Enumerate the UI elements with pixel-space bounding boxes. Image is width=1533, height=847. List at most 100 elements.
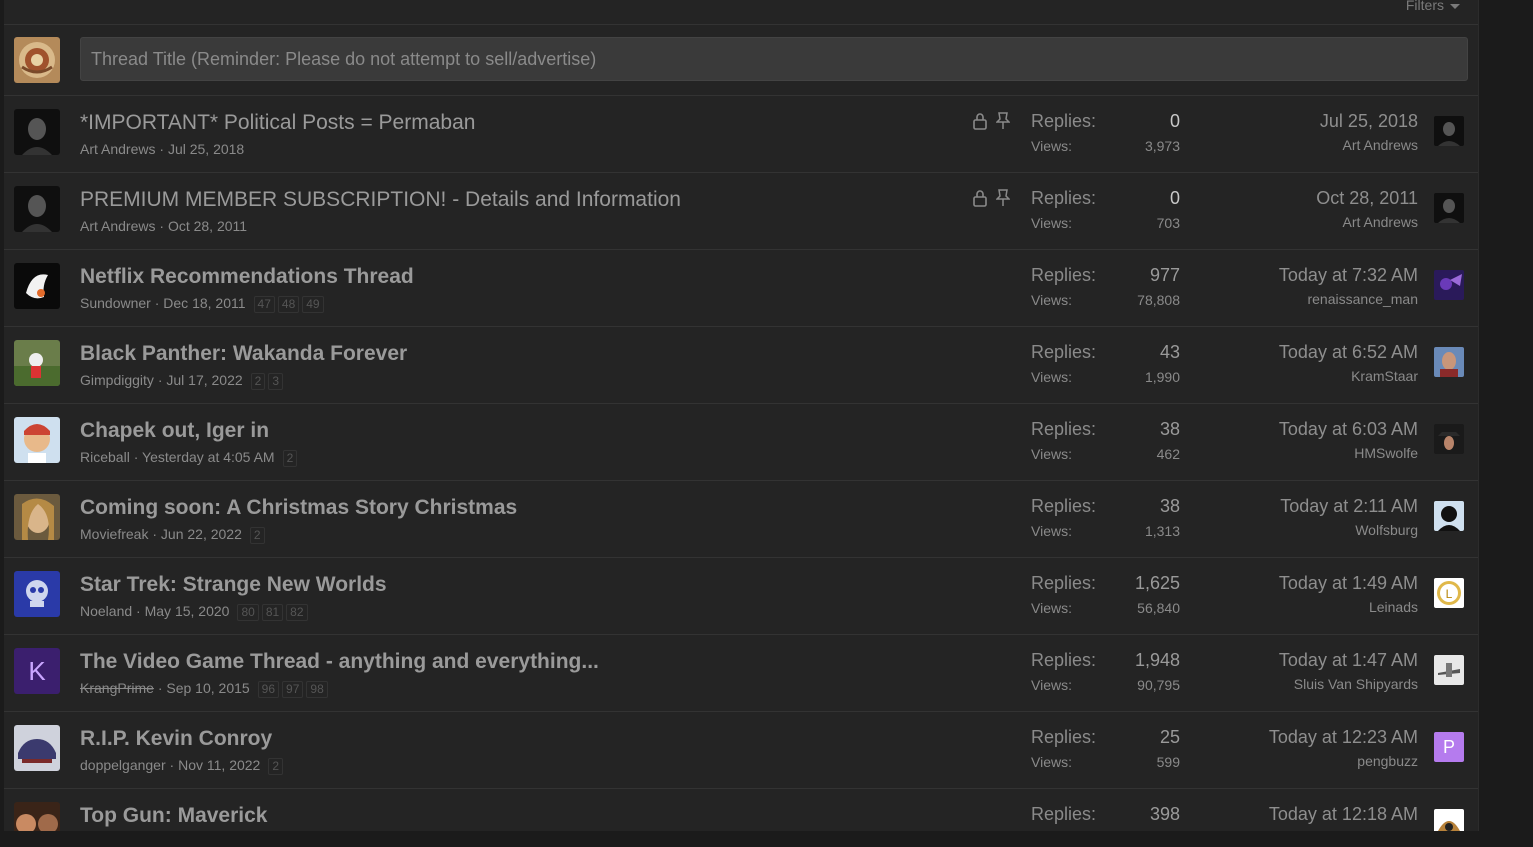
filters-dropdown[interactable]: Filters xyxy=(1406,0,1460,13)
thread-author-avatar[interactable] xyxy=(14,186,60,232)
last-post-date[interactable]: Today at 1:47 AM xyxy=(1279,650,1418,671)
last-post-date[interactable]: Today at 6:03 AM xyxy=(1279,419,1418,440)
page-jump-link[interactable]: 47 xyxy=(253,296,275,313)
last-poster-avatar[interactable] xyxy=(1434,424,1464,454)
views-label: Views: xyxy=(1031,677,1072,693)
thread-author-avatar[interactable] xyxy=(14,494,60,540)
page-jump-link[interactable]: 2 xyxy=(249,527,265,544)
last-poster[interactable]: Leinads xyxy=(1369,599,1418,615)
last-poster-avatar[interactable] xyxy=(1434,347,1464,377)
lock-icon xyxy=(972,112,988,130)
thread-start-date[interactable]: Jul 25, 2018 xyxy=(168,141,244,157)
thread-author-avatar[interactable] xyxy=(14,802,60,831)
page-jump-link[interactable]: 2 xyxy=(250,373,266,390)
page-jump-link[interactable]: 2 xyxy=(268,758,284,775)
thread-title-link[interactable]: Coming soon: A Christmas Story Christmas xyxy=(80,496,517,520)
thread-start-date[interactable]: Nov 11, 2022 xyxy=(178,757,260,773)
thread-start-date[interactable]: Sep 10, 2015 xyxy=(166,680,249,696)
last-poster-avatar[interactable] xyxy=(1434,655,1464,685)
thread-row[interactable]: PREMIUM MEMBER SUBSCRIPTION! - Details a… xyxy=(4,173,1478,250)
last-poster-avatar[interactable] xyxy=(1434,501,1464,531)
page-jump-link[interactable]: 97 xyxy=(282,681,304,698)
thread-author-avatar[interactable] xyxy=(14,340,60,386)
last-poster-avatar[interactable] xyxy=(1434,193,1464,223)
thread-author-avatar[interactable] xyxy=(14,725,60,771)
page-jump-link[interactable]: 80 xyxy=(237,604,259,621)
thread-row[interactable]: Coming soon: A Christmas Story Christmas… xyxy=(4,481,1478,558)
thread-author[interactable]: Art Andrews xyxy=(80,218,155,234)
thread-author-avatar[interactable] xyxy=(14,571,60,617)
thread-author[interactable]: Art Andrews xyxy=(80,141,155,157)
thread-title-link[interactable]: Chapek out, Iger in xyxy=(80,419,269,443)
thread-row[interactable]: Top Gun: Maverick Replies: 398 Today at 12:… xyxy=(4,789,1478,831)
page-jump-link[interactable]: 48 xyxy=(277,296,300,313)
page-jump-link[interactable]: 81 xyxy=(261,604,284,621)
current-user-avatar[interactable] xyxy=(14,37,60,83)
last-poster-avatar[interactable] xyxy=(1434,809,1464,831)
last-post-date[interactable]: Jul 25, 2018 xyxy=(1320,111,1418,132)
thread-row[interactable]: *IMPORTANT* Political Posts = Permaban Ar… xyxy=(4,96,1478,173)
thread-author[interactable]: doppelganger xyxy=(80,757,166,773)
thread-title-link[interactable]: *IMPORTANT* Political Posts = Permaban xyxy=(80,111,475,135)
last-poster[interactable]: pengbuzz xyxy=(1357,753,1418,769)
thread-title-link[interactable]: PREMIUM MEMBER SUBSCRIPTION! - Details a… xyxy=(80,188,681,212)
replies-label: Replies: xyxy=(1031,496,1097,516)
last-poster[interactable]: KramStaar xyxy=(1351,368,1418,384)
thread-row[interactable]: K The Video Game Thread - anything and ev… xyxy=(4,635,1478,712)
page-jump-link[interactable]: 82 xyxy=(286,604,308,621)
thread-author[interactable]: Gimpdiggity xyxy=(80,372,154,388)
last-post-date[interactable]: Oct 28, 2011 xyxy=(1316,188,1418,209)
last-poster-avatar[interactable] xyxy=(1434,116,1464,146)
thread-start-date[interactable]: Jun 22, 2022 xyxy=(161,526,242,542)
thread-title-link[interactable]: R.I.P. Kevin Conroy xyxy=(80,727,272,751)
thread-author-avatar[interactable]: K xyxy=(14,648,60,694)
last-poster[interactable]: HMSwolfe xyxy=(1354,445,1418,461)
page-jump-link[interactable]: 2 xyxy=(282,450,298,467)
replies-label: Replies: xyxy=(1031,573,1097,593)
thread-author[interactable]: KrangPrime xyxy=(80,680,154,696)
thread-author-avatar[interactable] xyxy=(14,417,60,463)
thread-title-link[interactable]: Black Panther: Wakanda Forever xyxy=(80,342,407,366)
last-post-date[interactable]: Today at 12:18 AM xyxy=(1269,804,1418,825)
thread-row[interactable]: Netflix Recommendations Thread Sundowner … xyxy=(4,250,1478,327)
last-poster[interactable]: Sluis Van Shipyards xyxy=(1294,676,1418,692)
last-poster-avatar[interactable]: P xyxy=(1434,732,1464,762)
page-jump-link[interactable]: 98 xyxy=(306,681,328,698)
thread-row[interactable]: R.I.P. Kevin Conroy doppelganger · Nov 11… xyxy=(4,712,1478,789)
thread-title-link[interactable]: Netflix Recommendations Thread xyxy=(80,265,414,289)
thread-row[interactable]: Star Trek: Strange New Worlds Noeland · M… xyxy=(4,558,1478,635)
last-post-date[interactable]: Today at 12:23 AM xyxy=(1269,727,1418,748)
last-poster[interactable]: Art Andrews xyxy=(1343,137,1418,153)
page-jump-link[interactable]: 96 xyxy=(257,681,280,698)
thread-start-date[interactable]: Yesterday at 4:05 AM xyxy=(142,449,275,465)
thread-title-link[interactable]: Top Gun: Maverick xyxy=(80,804,267,828)
last-post-date[interactable]: Today at 6:52 AM xyxy=(1279,342,1418,363)
page-jump-link[interactable]: 3 xyxy=(268,373,284,390)
last-poster[interactable]: renaissance_man xyxy=(1307,291,1418,307)
last-poster[interactable]: Wolfsburg xyxy=(1355,522,1418,538)
thread-row[interactable]: Black Panther: Wakanda Forever Gimpdiggit… xyxy=(4,327,1478,404)
page-jump-list: 80 81 82 xyxy=(229,603,308,621)
thread-author-avatar[interactable] xyxy=(14,109,60,155)
thread-start-date[interactable]: Oct 28, 2011 xyxy=(168,218,247,234)
thread-start-date[interactable]: May 15, 2020 xyxy=(145,603,230,619)
thread-title-link[interactable]: The Video Game Thread - anything and eve… xyxy=(80,650,599,674)
last-post-date[interactable]: Today at 2:11 AM xyxy=(1280,496,1418,517)
thread-start-date[interactable]: Dec 18, 2011 xyxy=(163,295,245,311)
last-poster[interactable]: Art Andrews xyxy=(1343,214,1418,230)
thread-start-date[interactable]: Jul 17, 2022 xyxy=(166,372,242,388)
thread-author-avatar[interactable] xyxy=(14,263,60,309)
page-jump-link[interactable]: 49 xyxy=(302,296,324,313)
last-poster-avatar[interactable] xyxy=(1434,270,1464,300)
thread-author[interactable]: Sundowner xyxy=(80,295,151,311)
thread-author[interactable]: Riceball xyxy=(80,449,130,465)
thread-author[interactable]: Moviefreak xyxy=(80,526,148,542)
thread-row[interactable]: Chapek out, Iger in Riceball · Yesterday … xyxy=(4,404,1478,481)
thread-author[interactable]: Noeland xyxy=(80,603,132,619)
replies-label: Replies: xyxy=(1031,265,1097,285)
last-post-date[interactable]: Today at 1:49 AM xyxy=(1279,573,1418,594)
thread-title-link[interactable]: Star Trek: Strange New Worlds xyxy=(80,573,387,597)
last-poster-avatar[interactable]: L xyxy=(1434,578,1464,608)
thread-title-input[interactable] xyxy=(80,37,1468,81)
last-post-date[interactable]: Today at 7:32 AM xyxy=(1279,265,1418,286)
